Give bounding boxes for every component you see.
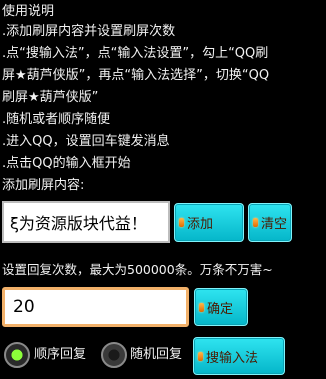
gem-icon <box>253 218 258 227</box>
order-radio[interactable] <box>4 342 30 368</box>
clear-button-label: 清空 <box>261 217 288 232</box>
confirm-button-label: 确定 <box>207 301 234 317</box>
add-button-label: 添加 <box>187 217 214 232</box>
gem-icon <box>199 302 204 312</box>
content-input[interactable]: ξ为资源版块代益！ <box>2 201 170 243</box>
instruction-line: 刷屏★葫芦侠版” <box>2 90 99 105</box>
content-input-value: ξ为资源版块代益！ <box>10 214 147 233</box>
order-radio-label: 顺序回复 <box>34 347 87 362</box>
confirm-button[interactable]: 确定 <box>194 288 248 326</box>
search-input-method-label: 搜输入法 <box>206 350 259 366</box>
instruction-line: .点“搜输入法”，点“输入法设置”，勾上“QQ刷 <box>2 46 269 61</box>
instruction-line: .随机或者顺序随便 <box>2 112 111 127</box>
instruction-line: .点击QQ的输入框开始 <box>2 156 131 171</box>
count-input[interactable]: 20 <box>2 287 189 327</box>
search-input-method-button[interactable]: 搜输入法 <box>193 337 285 375</box>
clear-button[interactable]: 清空 <box>248 203 292 242</box>
gem-icon <box>179 218 184 227</box>
instruction-line: .进入QQ，设置回车键发消息 <box>2 134 170 149</box>
random-radio-label: 随机回复 <box>130 347 183 362</box>
instruction-line: .添加刷屏内容并设置刷屏次数 <box>2 24 176 39</box>
instruction-line: 屏★葫芦侠版”，再点“输入法选择”，切换“QQ <box>2 68 270 83</box>
instructions-title: 使用说明 <box>2 4 55 19</box>
random-radio[interactable] <box>101 342 127 368</box>
gem-icon <box>198 351 203 361</box>
count-input-value: 20 <box>13 297 35 317</box>
add-button[interactable]: 添加 <box>174 203 244 242</box>
count-label: 设置回复次数，最大为500000条。万条不万害~ <box>2 262 273 277</box>
add-content-label: 添加刷屏内容: <box>2 178 85 193</box>
